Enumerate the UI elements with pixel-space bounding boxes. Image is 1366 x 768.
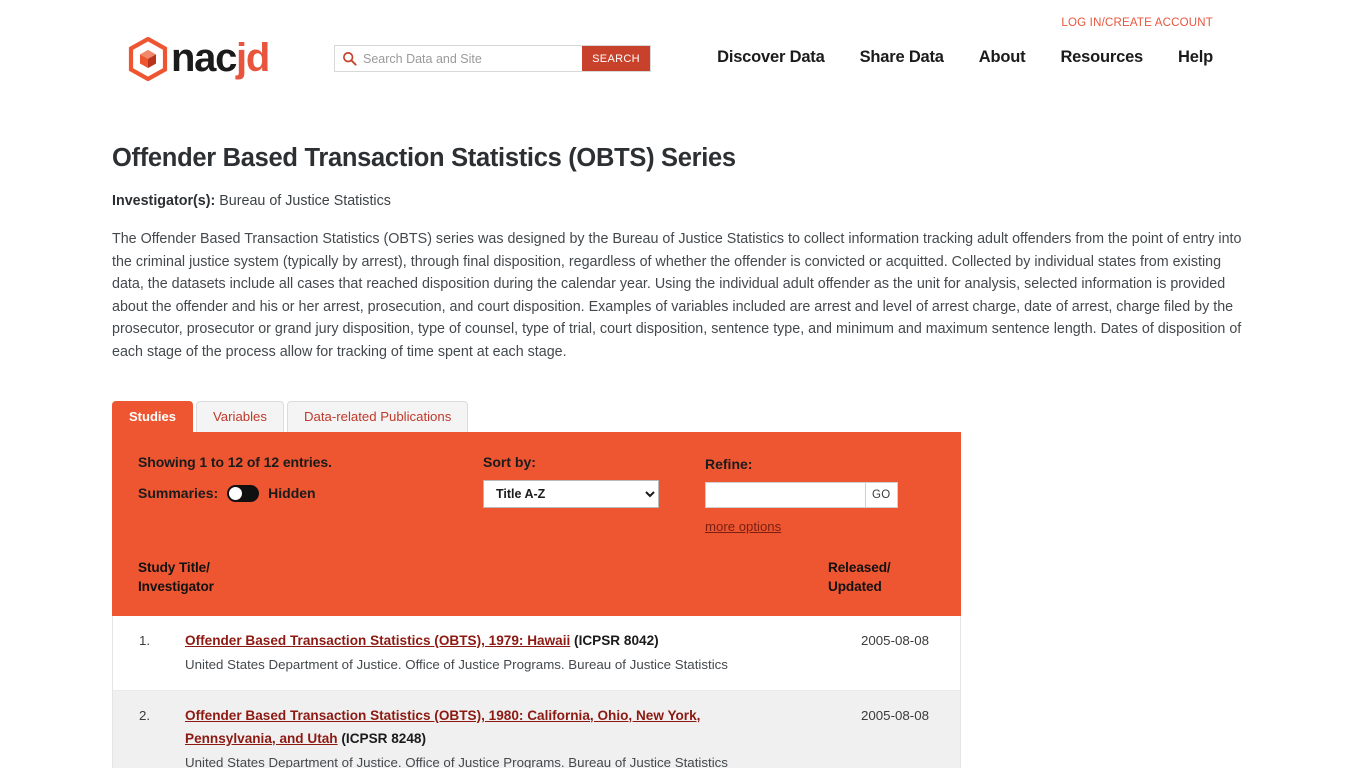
study-title: Offender Based Transaction Statistics (O…	[185, 629, 746, 652]
main-navigation: Discover Data Share Data About Resources…	[717, 48, 1213, 67]
column-header-released-line2: Updated	[828, 578, 882, 594]
column-header-study-title-line1: Study Title/	[138, 559, 210, 575]
hexagon-cube-logo-icon	[128, 36, 168, 82]
row-index: 1.	[139, 632, 151, 648]
column-header-study-title-line2: Investigator	[138, 578, 214, 594]
refine-go-button[interactable]: GO	[865, 481, 898, 508]
series-abstract: The Offender Based Transaction Statistic…	[112, 231, 1242, 360]
results-summary-column: Showing 1 to 12 of 12 entries. Summaries…	[138, 454, 483, 536]
study-released-date: 2005-08-08	[860, 632, 930, 648]
study-icpsr-id: (ICPSR 8042)	[570, 632, 659, 648]
column-header-study-title: Study Title/ Investigator	[138, 558, 828, 596]
results-filter-panel: Showing 1 to 12 of 12 entries. Summaries…	[112, 431, 961, 616]
nav-item-share-data[interactable]: Share Data	[860, 48, 944, 67]
more-options-link[interactable]: more options	[705, 519, 781, 534]
refine-column: Refine: GO more options	[705, 454, 935, 536]
study-investigator: United States Department of Justice. Off…	[185, 754, 728, 768]
table-row: 1. Offender Based Transaction Statistics…	[113, 615, 960, 691]
account-links: LOG IN/CREATE ACCOUNT	[1061, 13, 1213, 31]
nav-item-resources[interactable]: Resources	[1060, 48, 1143, 67]
tab-variables[interactable]: Variables	[195, 400, 284, 432]
summaries-state-label: Hidden	[268, 485, 316, 502]
studies-results-list: 1. Offender Based Transaction Statistics…	[112, 615, 961, 768]
search-icon	[335, 46, 363, 71]
study-released-date: 2005-08-08	[860, 707, 930, 723]
study-title-link[interactable]: Offender Based Transaction Statistics (O…	[185, 708, 700, 746]
tab-studies[interactable]: Studies	[112, 400, 193, 432]
investigator-line: Investigator(s): Bureau of Justice Stati…	[112, 191, 1254, 211]
investigator-label: Investigator(s):	[112, 193, 216, 209]
logo-word-nac: nac	[171, 35, 237, 80]
study-tabs: Studies Variables Data-related Publicati…	[112, 400, 1254, 432]
summaries-toggle-row: Summaries: Hidden	[138, 484, 483, 502]
showing-entries-text: Showing 1 to 12 of 12 entries.	[138, 453, 332, 470]
study-title: Offender Based Transaction Statistics (O…	[185, 704, 746, 750]
nav-item-help[interactable]: Help	[1178, 48, 1213, 67]
tab-data-related-publications[interactable]: Data-related Publications	[286, 400, 469, 432]
table-row: 2. Offender Based Transaction Statistics…	[113, 690, 960, 768]
login-create-account-link[interactable]: LOG IN/CREATE ACCOUNT	[1061, 17, 1213, 29]
page-title: Offender Based Transaction Statistics (O…	[112, 144, 736, 172]
search-input[interactable]	[363, 46, 582, 71]
refine-label: Refine:	[705, 455, 753, 472]
search-submit-button[interactable]: SEARCH	[582, 46, 650, 71]
column-header-released-updated: Released/ Updated	[828, 558, 958, 596]
site-header: LOG IN/CREATE ACCOUNT nacjd SEARCH Disco…	[0, 0, 1366, 104]
refine-input[interactable]	[705, 481, 865, 508]
site-search: SEARCH	[334, 45, 651, 72]
toggle-knob	[229, 486, 243, 500]
summaries-toggle[interactable]	[227, 484, 260, 502]
study-icpsr-id: (ICPSR 8248)	[337, 730, 427, 746]
nav-item-about[interactable]: About	[979, 48, 1026, 67]
study-title-link[interactable]: Offender Based Transaction Statistics (O…	[185, 633, 570, 648]
results-table-header: Study Title/ Investigator Released/ Upda…	[112, 536, 961, 616]
nav-item-discover-data[interactable]: Discover Data	[717, 48, 825, 67]
investigator-value: Bureau of Justice Statistics	[215, 193, 391, 209]
sort-by-label: Sort by:	[483, 453, 536, 470]
nacjd-logo[interactable]: nacjd	[128, 35, 270, 82]
logo-word-jd: jd	[236, 35, 270, 80]
summaries-label: Summaries:	[138, 485, 219, 502]
column-header-released-line1: Released/	[828, 559, 891, 575]
logo-wordmark: nacjd	[171, 35, 270, 80]
sort-column: Sort by: Title A-Z	[483, 454, 705, 536]
row-index: 2.	[139, 707, 151, 723]
sort-by-select[interactable]: Title A-Z	[483, 479, 659, 508]
main-content: Offender Based Transaction Statistics (O…	[0, 144, 1366, 768]
study-investigator: United States Department of Justice. Off…	[185, 656, 728, 672]
